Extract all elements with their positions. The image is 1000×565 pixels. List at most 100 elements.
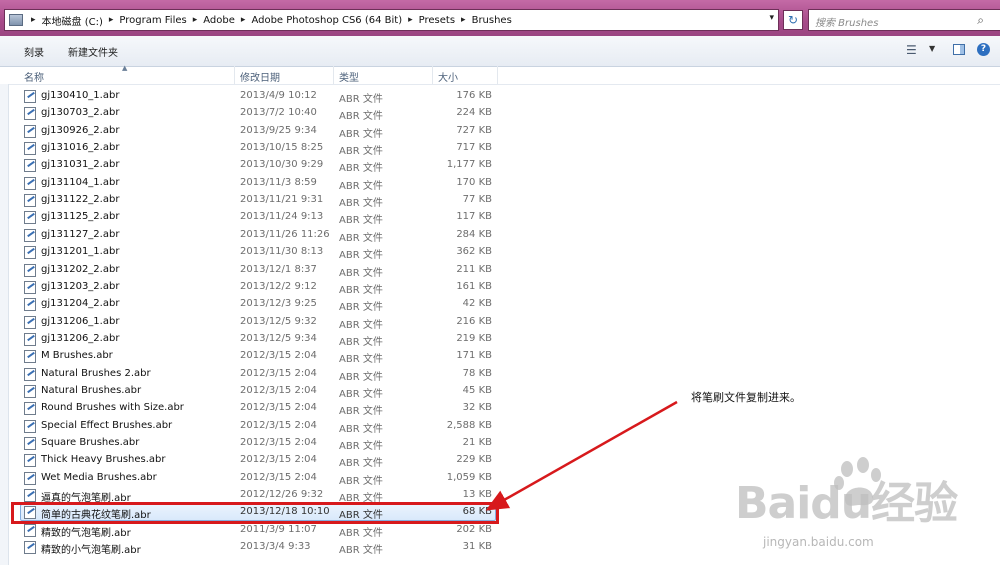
table-row[interactable]: Natural Brushes.abr 2012/3/15 2:04 ABR 文件 4… <box>0 383 1000 400</box>
brush-file-icon <box>24 211 36 225</box>
table-row[interactable]: Round Brushes with Size.abr 2012/3/15 2:0… <box>0 400 1000 417</box>
file-type: ABR 文件 <box>339 302 383 314</box>
breadcrumb-item[interactable]: Presets <box>419 15 455 26</box>
column-size[interactable]: 大小 <box>438 69 458 84</box>
search-input[interactable]: 搜索 Brushes ⌕ <box>808 9 1000 31</box>
breadcrumb-separator-icon[interactable]: ▸ <box>31 15 36 25</box>
file-name: gj131202_2.abr <box>41 263 120 275</box>
watermark-url: jingyan.baidu.com <box>763 535 874 549</box>
preview-pane-icon[interactable] <box>953 44 965 55</box>
brush-file-icon <box>24 437 36 450</box>
file-type: ABR 文件 <box>339 111 383 123</box>
file-size: 42 KB <box>462 298 492 310</box>
file-size: 362 KB <box>456 246 492 258</box>
brush-file-icon <box>24 246 36 260</box>
table-row[interactable]: gj130410_1.abr 2013/4/9 10:12 ABR 文件 176 KB <box>0 88 1000 105</box>
table-row[interactable]: gj131202_2.abr 2013/12/1 8:37 ABR 文件 211 KB <box>0 262 1000 279</box>
table-row[interactable]: gj131016_2.abr 2013/10/15 8:25 ABR 文件 717 K… <box>0 140 1000 157</box>
drive-icon <box>9 14 23 26</box>
table-row[interactable]: gj131201_1.abr 2013/11/30 8:13 ABR 文件 362 K… <box>0 244 1000 261</box>
file-name: M Brushes.abr <box>41 350 113 362</box>
table-row[interactable]: gj131125_2.abr 2013/11/24 9:13 ABR 文件 117 K… <box>0 209 1000 226</box>
file-name: gj131016_2.abr <box>41 142 120 154</box>
breadcrumb-item[interactable]: Adobe Photoshop CS6 (64 Bit) <box>251 15 402 26</box>
file-name: 精致的气泡笔刷.abr <box>41 527 131 539</box>
file-date: 2012/3/15 2:04 <box>240 471 317 483</box>
column-divider[interactable] <box>432 66 433 84</box>
file-date: 2013/10/15 8:25 <box>240 142 324 154</box>
column-modified[interactable]: 修改日期 <box>240 69 280 84</box>
file-date: 2013/10/30 9:29 <box>240 159 324 171</box>
table-row[interactable]: gj131122_2.abr 2013/11/21 9:31 ABR 文件 77 KB <box>0 192 1000 209</box>
address-bar[interactable]: ▸ 本地磁盘 (C:) ▸ Program Files ▸ Adobe ▸ Adobe Pho… <box>4 9 779 31</box>
column-divider[interactable] <box>333 66 334 84</box>
brush-file-icon <box>24 523 36 537</box>
file-size: 171 KB <box>456 350 492 362</box>
new-folder-button[interactable]: 新建文件夹 <box>68 44 118 59</box>
breadcrumb-item[interactable]: Program Files <box>119 15 186 26</box>
chevron-down-icon[interactable]: ▾ <box>769 13 774 23</box>
refresh-button[interactable]: ↻ <box>783 10 803 30</box>
search-icon: ⌕ <box>977 13 984 27</box>
file-size: 727 KB <box>456 124 492 136</box>
file-name: 精致的小气泡笔刷.abr <box>41 545 141 557</box>
file-date: 2013/11/26 11:26 <box>240 228 330 240</box>
breadcrumb-separator-icon[interactable]: ▸ <box>109 15 114 25</box>
column-divider[interactable] <box>234 66 235 84</box>
file-name: Round Brushes with Size.abr <box>41 402 184 414</box>
file-size: 170 KB <box>456 176 492 188</box>
table-row[interactable]: gj131203_2.abr 2013/12/2 9:12 ABR 文件 161 KB <box>0 279 1000 296</box>
file-size: 284 KB <box>456 228 492 240</box>
table-row[interactable]: gj131104_1.abr 2013/11/3 8:59 ABR 文件 170 KB <box>0 175 1000 192</box>
table-row[interactable]: gj130703_2.abr 2013/7/2 10:40 ABR 文件 224 KB <box>0 105 1000 122</box>
file-date: 2013/12/5 9:34 <box>240 332 317 344</box>
breadcrumb-item[interactable]: Adobe <box>203 15 235 26</box>
file-size: 229 KB <box>456 454 492 466</box>
file-size: 202 KB <box>456 523 492 535</box>
table-row[interactable]: gj130926_2.abr 2013/9/25 9:34 ABR 文件 727 KB <box>0 123 1000 140</box>
help-icon[interactable]: ? <box>977 43 990 56</box>
file-date: 2012/3/15 2:04 <box>240 350 317 362</box>
table-row[interactable]: gj131206_2.abr 2013/12/5 9:34 ABR 文件 219 KB <box>0 331 1000 348</box>
file-type: ABR 文件 <box>339 527 383 539</box>
search-placeholder: 搜索 Brushes <box>815 18 879 29</box>
table-row[interactable]: M Brushes.abr 2012/3/15 2:04 ABR 文件 171 KB <box>0 348 1000 365</box>
table-row[interactable]: gj131031_2.abr 2013/10/30 9:29 ABR 文件 1,177… <box>0 157 1000 174</box>
table-row[interactable]: gj131204_2.abr 2013/12/3 9:25 ABR 文件 42 KB <box>0 296 1000 313</box>
file-name: Square Brushes.abr <box>41 437 140 448</box>
file-date: 2013/12/3 9:25 <box>240 298 317 310</box>
table-row[interactable]: Square Brushes.abr 2012/3/15 2:04 ABR 文件 21… <box>0 435 1000 452</box>
annotation-text: 将笔刷文件复制进来。 <box>691 391 801 404</box>
file-date: 2013/12/1 8:37 <box>240 263 317 275</box>
brush-file-icon <box>24 142 36 156</box>
table-row[interactable]: Natural Brushes 2.abr 2012/3/15 2:04 ABR 文… <box>0 366 1000 383</box>
table-row[interactable]: Special Effect Brushes.abr 2012/3/15 2:04… <box>0 418 1000 435</box>
file-type: ABR 文件 <box>339 458 383 470</box>
file-name: gj131125_2.abr <box>41 211 120 223</box>
chevron-down-icon[interactable]: ▼ <box>929 44 935 53</box>
breadcrumb-item[interactable]: Brushes <box>472 15 512 26</box>
column-divider[interactable] <box>497 66 498 84</box>
breadcrumb-separator-icon[interactable]: ▸ <box>241 15 246 25</box>
brush-file-icon <box>24 332 36 346</box>
file-size: 21 KB <box>462 437 492 448</box>
file-type: ABR 文件 <box>339 406 383 418</box>
file-date: 2013/11/3 8:59 <box>240 176 317 188</box>
brush-file-icon <box>24 419 36 433</box>
file-date: 2012/12/26 9:32 <box>240 489 324 501</box>
table-row[interactable]: gj131127_2.abr 2013/11/26 11:26 ABR 文件 284 … <box>0 227 1000 244</box>
file-type: ABR 文件 <box>339 284 383 296</box>
file-name: Wet Media Brushes.abr <box>41 471 157 483</box>
table-row[interactable]: gj131206_1.abr 2013/12/5 9:32 ABR 文件 216 KB <box>0 314 1000 331</box>
file-size: 216 KB <box>456 315 492 327</box>
burn-button[interactable]: 刻录 <box>24 44 44 59</box>
column-name[interactable]: 名称 <box>24 69 44 84</box>
file-type: ABR 文件 <box>339 232 383 244</box>
breadcrumb-separator-icon[interactable]: ▸ <box>408 15 413 25</box>
breadcrumb-separator-icon[interactable]: ▸ <box>193 15 198 25</box>
breadcrumb-item[interactable]: 本地磁盘 (C:) <box>42 13 103 28</box>
brush-file-icon <box>24 159 36 173</box>
column-type[interactable]: 类型 <box>339 69 359 84</box>
breadcrumb-separator-icon[interactable]: ▸ <box>461 15 466 25</box>
view-options-icon[interactable]: ☰ <box>906 43 917 57</box>
